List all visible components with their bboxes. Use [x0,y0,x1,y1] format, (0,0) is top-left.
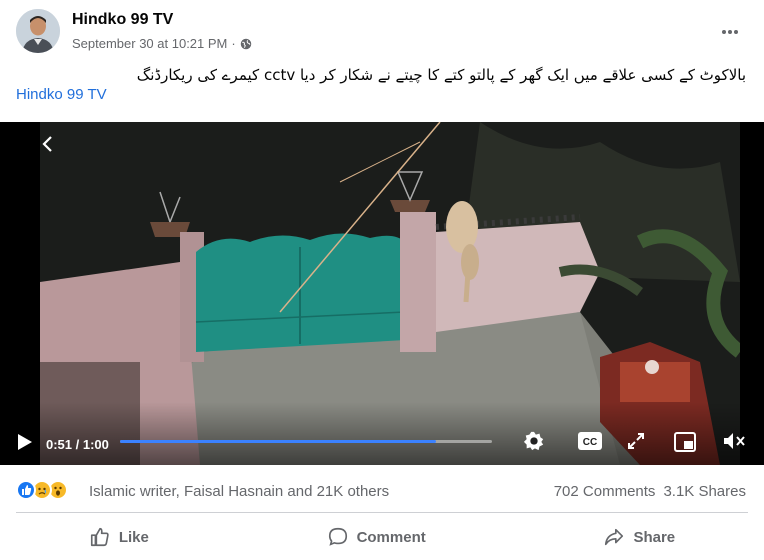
play-icon[interactable] [14,432,34,452]
meta-separator: · [231,36,236,51]
svg-text:CC: CC [583,437,597,448]
captions-icon[interactable]: CC [577,431,603,451]
comment-label: Comment [356,528,426,546]
shares-count[interactable]: 3.1K Shares [663,483,746,500]
comment-button[interactable]: Comment [307,516,446,558]
caption-text: بالاکوٹ کے کسی علاقے میں ایک گھر کے پالت… [136,66,746,84]
more-options-button[interactable] [712,14,748,50]
page-avatar[interactable] [16,9,60,53]
progress-fill [120,440,437,443]
share-label: Share [633,528,676,546]
like-label: Like [118,528,149,546]
progress-bar[interactable] [120,440,492,443]
thumbs-up-icon [90,527,109,547]
miniplayer-icon[interactable] [673,431,697,453]
engagement-counts: 702 Comments 3.1K Shares [554,483,746,500]
video-time: 0:51 / 1:00 [46,437,109,452]
comment-icon [328,527,347,546]
actions-divider [16,512,748,513]
share-button[interactable]: Share [583,516,695,558]
post-caption: بالاکوٹ کے کسی علاقے میں ایک گھر کے پالت… [16,64,746,103]
reaction-summary[interactable]: Islamic writer, Faisal Hasnain and 21K o… [89,483,389,500]
post-header: Hindko 99 TV September 30 at 10:21 PM · [0,0,764,62]
post-stats: Islamic writer, Faisal Hasnain and 21K o… [0,475,764,505]
post-meta: September 30 at 10:21 PM · [72,36,252,51]
time-separator: / [72,437,83,452]
more-options-icon [722,30,738,34]
video-player[interactable] [0,122,764,465]
share-icon [605,528,624,546]
duration: 1:00 [82,437,109,452]
like-button[interactable]: Like [69,516,169,558]
globe-icon[interactable] [240,38,252,50]
post-timestamp[interactable]: September 30 at 10:21 PM [72,36,227,51]
like-icon [16,480,36,500]
page-name[interactable]: Hindko 99 TV [72,11,173,29]
video-frame [0,122,764,465]
caption-page-link[interactable]: Hindko 99 TV [16,86,746,103]
reaction-icons[interactable] [16,480,68,500]
settings-icon[interactable] [523,430,545,452]
comments-count[interactable]: 702 Comments [554,483,656,500]
post-actions: Like Comment Share [0,516,764,558]
back-icon[interactable] [38,134,58,154]
mute-icon[interactable] [722,430,746,452]
current-time: 0:51 [46,437,73,452]
fullscreen-icon[interactable] [626,431,646,451]
